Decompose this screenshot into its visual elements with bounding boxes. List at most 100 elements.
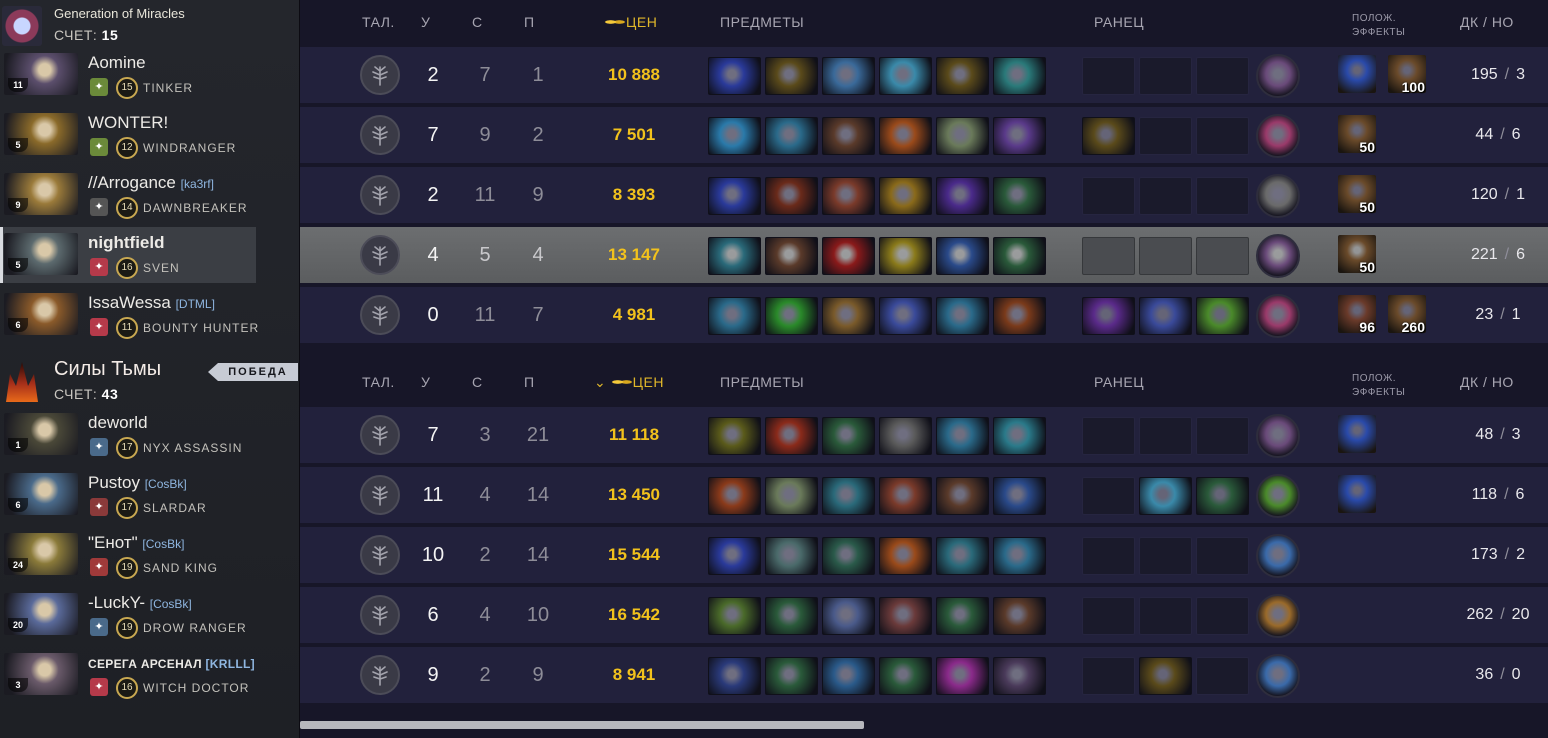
item-slot-icon[interactable] <box>993 237 1046 275</box>
player-row[interactable]: 3 СЕРЕГА АРСЕНАЛ [KRLLL] ✦ 16 WITCH DOCTOR <box>0 647 300 703</box>
item-slot-icon[interactable] <box>936 177 989 215</box>
buff-icon[interactable]: 50 <box>1338 235 1376 275</box>
player-row[interactable]: 11 Aomine ✦ 15 TINKER <box>0 47 300 103</box>
item-slot-icon[interactable] <box>822 177 875 215</box>
stats-row[interactable]: 7 3 21 11 118 48 / 3 <box>300 407 1548 463</box>
buffs-header-line2[interactable]: ЭФФЕКТЫ <box>1352 386 1405 399</box>
item-slot-icon[interactable] <box>708 537 761 575</box>
backpack-slot[interactable] <box>1082 597 1135 635</box>
item-slot-icon[interactable] <box>822 417 875 455</box>
item-slot-icon[interactable] <box>879 297 932 335</box>
talent-tree-icon[interactable] <box>360 595 400 635</box>
talent-tree-icon[interactable] <box>360 415 400 455</box>
backpack-slot[interactable] <box>1139 237 1192 275</box>
item-slot-icon[interactable] <box>765 477 818 515</box>
item-slot-icon[interactable] <box>708 57 761 95</box>
item-slot-icon[interactable] <box>993 177 1046 215</box>
backpack-slot[interactable] <box>1082 297 1135 335</box>
backpack-slot[interactable] <box>1139 537 1192 575</box>
buff-icon[interactable]: 50 <box>1338 175 1376 215</box>
backpack-slot[interactable] <box>1196 117 1249 155</box>
stats-row[interactable]: 4 5 4 13 147 50 221 / 6 <box>300 227 1548 283</box>
item-slot-icon[interactable] <box>765 417 818 455</box>
buffs-header-line1[interactable]: ПОЛОЖ. <box>1352 12 1396 25</box>
player-row[interactable]: 5 nightfield ✦ 16 SVEN <box>0 227 300 283</box>
buff-icon[interactable] <box>1338 55 1376 93</box>
item-slot-icon[interactable] <box>708 117 761 155</box>
item-slot-icon[interactable] <box>936 297 989 335</box>
backpack-slot[interactable] <box>1196 237 1249 275</box>
item-slot-icon[interactable] <box>936 537 989 575</box>
backpack-slot[interactable] <box>1196 657 1249 695</box>
player-row[interactable]: 9 //Arrogance [ka3rf] ✦ 14 DAWNBREAKER <box>0 167 300 223</box>
backpack-slot[interactable] <box>1139 117 1192 155</box>
player-row[interactable]: 1 deworld ✦ 17 NYX ASSASSIN <box>0 407 300 463</box>
lasthits-denies-header[interactable]: ДК / НО <box>1460 374 1514 390</box>
item-slot-icon[interactable] <box>765 117 818 155</box>
item-slot-icon[interactable] <box>936 117 989 155</box>
talent-tree-icon[interactable] <box>360 115 400 155</box>
item-slot-icon[interactable] <box>879 57 932 95</box>
buff-icon[interactable]: 100 <box>1388 55 1426 95</box>
item-slot-icon[interactable] <box>822 537 875 575</box>
item-slot-icon[interactable] <box>993 537 1046 575</box>
networth-header[interactable]: ЦЕН <box>604 14 657 30</box>
buff-icon[interactable] <box>1338 415 1376 453</box>
item-slot-icon[interactable] <box>708 417 761 455</box>
stats-row[interactable]: 6 4 10 16 542 262 / 20 <box>300 587 1548 643</box>
stats-row[interactable]: 0 11 7 4 981 96 260 23 / 1 <box>300 287 1548 343</box>
backpack-header[interactable]: РАНЕЦ <box>1094 14 1144 30</box>
item-slot-icon[interactable] <box>879 177 932 215</box>
neutral-item-icon[interactable] <box>1256 174 1300 218</box>
backpack-slot[interactable] <box>1139 657 1192 695</box>
item-slot-icon[interactable] <box>708 477 761 515</box>
backpack-slot[interactable] <box>1196 297 1249 335</box>
item-slot-icon[interactable] <box>822 297 875 335</box>
item-slot-icon[interactable] <box>765 537 818 575</box>
talent-tree-icon[interactable] <box>360 295 400 335</box>
backpack-slot[interactable] <box>1196 477 1249 515</box>
stats-row[interactable]: 7 9 2 7 501 50 44 / 6 <box>300 107 1548 163</box>
item-slot-icon[interactable] <box>993 657 1046 695</box>
neutral-item-icon[interactable] <box>1256 414 1300 458</box>
item-slot-icon[interactable] <box>936 417 989 455</box>
items-header[interactable]: ПРЕДМЕТЫ <box>720 374 804 390</box>
item-slot-icon[interactable] <box>822 237 875 275</box>
player-row[interactable]: 6 Pustoy [CosBk] ✦ 17 SLARDAR <box>0 467 300 523</box>
buffs-header-line2[interactable]: ЭФФЕКТЫ <box>1352 26 1405 39</box>
talent-tree-icon[interactable] <box>360 535 400 575</box>
item-slot-icon[interactable] <box>879 657 932 695</box>
item-slot-icon[interactable] <box>822 477 875 515</box>
backpack-slot[interactable] <box>1139 57 1192 95</box>
item-slot-icon[interactable] <box>879 237 932 275</box>
backpack-slot[interactable] <box>1082 417 1135 455</box>
backpack-slot[interactable] <box>1082 537 1135 575</box>
buffs-header-line1[interactable]: ПОЛОЖ. <box>1352 372 1396 385</box>
player-row[interactable]: 24 "Енот" [CosBk] ✦ 19 SAND KING <box>0 527 300 583</box>
item-slot-icon[interactable] <box>708 297 761 335</box>
item-slot-icon[interactable] <box>765 297 818 335</box>
item-slot-icon[interactable] <box>879 597 932 635</box>
item-slot-icon[interactable] <box>879 417 932 455</box>
item-slot-icon[interactable] <box>765 177 818 215</box>
kills-header[interactable]: У <box>421 14 430 30</box>
stats-row[interactable]: 10 2 14 15 544 173 / 2 <box>300 527 1548 583</box>
player-row[interactable]: 20 -LuckY- [CosBk] ✦ 19 DROW RANGER <box>0 587 300 643</box>
talents-header[interactable]: ТАЛ. <box>362 374 395 390</box>
item-slot-icon[interactable] <box>993 117 1046 155</box>
backpack-slot[interactable] <box>1082 477 1135 515</box>
kills-header[interactable]: У <box>421 374 430 390</box>
item-slot-icon[interactable] <box>993 57 1046 95</box>
items-header[interactable]: ПРЕДМЕТЫ <box>720 14 804 30</box>
item-slot-icon[interactable] <box>879 537 932 575</box>
stats-row[interactable]: 9 2 9 8 941 36 / 0 <box>300 647 1548 703</box>
item-slot-icon[interactable] <box>936 57 989 95</box>
item-slot-icon[interactable] <box>993 417 1046 455</box>
deaths-header[interactable]: С <box>472 14 483 30</box>
neutral-item-icon[interactable] <box>1256 534 1300 578</box>
backpack-slot[interactable] <box>1196 177 1249 215</box>
neutral-item-icon[interactable] <box>1256 234 1300 278</box>
player-row[interactable]: 5 WONTER! ✦ 12 WINDRANGER <box>0 107 300 163</box>
item-slot-icon[interactable] <box>765 57 818 95</box>
stats-row[interactable]: 2 11 9 8 393 50 120 / 1 <box>300 167 1548 223</box>
